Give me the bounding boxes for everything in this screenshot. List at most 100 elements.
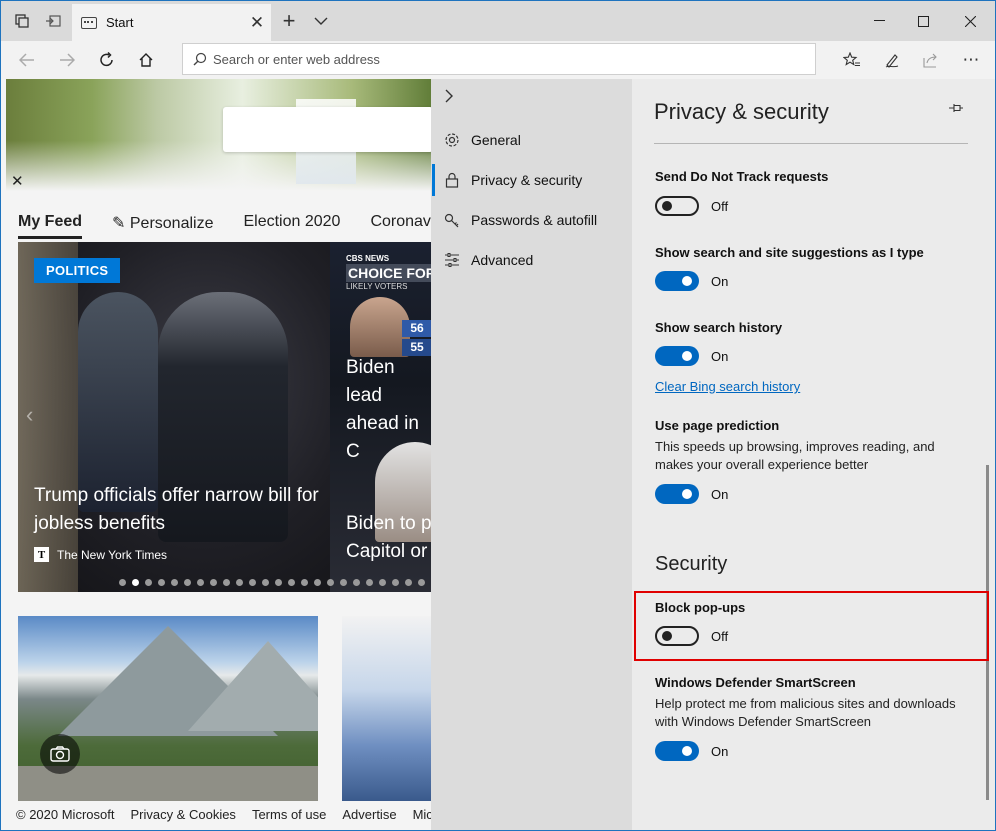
source-name: The New York Times [57, 547, 168, 562]
toggle-history[interactable] [655, 346, 699, 366]
carousel-dot[interactable] [145, 579, 152, 586]
tab-coronavirus[interactable]: Coronavi [370, 213, 434, 239]
carousel-dot[interactable] [405, 579, 412, 586]
forward-icon[interactable] [51, 45, 83, 75]
carousel-dot[interactable] [392, 579, 399, 586]
settings-nav-label: Passwords & autofill [471, 212, 598, 228]
bing-search-box[interactable] [223, 107, 433, 152]
close-window-icon[interactable] [947, 1, 993, 41]
footer-link-advertise[interactable]: Advertise [342, 807, 396, 822]
news-card-main[interactable]: ‹ POLITICS Trump officials offer narrow … [18, 242, 330, 592]
tab-start[interactable]: Start ✕ [72, 4, 271, 41]
settings-nav: General Privacy & security Passwords & a… [431, 79, 632, 830]
carousel-dot[interactable] [197, 579, 204, 586]
maximize-icon[interactable] [900, 1, 946, 41]
carousel-dot[interactable] [366, 579, 373, 586]
nyt-logo-icon: T [34, 547, 49, 562]
refresh-icon[interactable] [91, 45, 123, 75]
setting-label-suggestions: Show search and site suggestions as I ty… [655, 245, 924, 260]
toggle-knob [682, 351, 692, 361]
collapse-chevron-icon[interactable] [445, 89, 454, 108]
toggle-prediction[interactable] [655, 484, 699, 504]
tab-personalize[interactable]: ✎ Personalize [112, 213, 213, 239]
news-card-second[interactable]: CBS NEWS BATTLEGRO CHOICE FOR P LIKELY V… [330, 242, 440, 592]
pencil-icon: ✎ [112, 215, 130, 232]
setting-label-dnt: Send Do Not Track requests [655, 169, 829, 184]
navigation-bar: ⋯ [1, 41, 995, 79]
footer-links: © 2020 Microsoft Privacy & Cookies Terms… [16, 807, 449, 822]
gear-icon [443, 131, 461, 149]
carousel-dot[interactable] [119, 579, 126, 586]
news-tile-mountains[interactable] [18, 616, 318, 801]
footer-link-privacy[interactable]: Privacy & Cookies [130, 807, 235, 822]
settings-nav-general[interactable]: General [431, 120, 632, 160]
tab-bar: Start ✕ + [1, 1, 995, 41]
carousel-dot[interactable] [379, 579, 386, 586]
carousel-dot[interactable] [418, 579, 425, 586]
toggle-state-dnt: Off [711, 199, 729, 214]
new-tab-icon[interactable]: + [275, 7, 303, 35]
more-options-icon[interactable]: ⋯ [953, 45, 989, 75]
carousel-dot[interactable] [236, 579, 243, 586]
highlight-box-block-popups [634, 591, 989, 661]
favorites-icon[interactable] [834, 45, 870, 75]
carousel-previous-icon[interactable]: ‹ [26, 402, 33, 428]
tab-list-chevron-icon[interactable] [307, 7, 335, 35]
story-headline[interactable]: Trump officials offer narrow bill for jo… [34, 482, 324, 538]
carousel-dot[interactable] [210, 579, 217, 586]
story-headline[interactable]: Biden to p Capitol or [346, 510, 440, 566]
settings-nav-advanced[interactable]: Advanced [431, 240, 632, 280]
setting-label-smartscreen: Windows Defender SmartScreen [655, 675, 856, 690]
tab-manager-icon[interactable] [8, 7, 36, 35]
footer-link-terms[interactable]: Terms of use [252, 807, 326, 822]
section-heading-security: Security [655, 553, 728, 575]
carousel-dot[interactable] [314, 579, 321, 586]
carousel-dot[interactable] [288, 579, 295, 586]
toggle-state-smartscreen: On [711, 744, 729, 759]
pen-icon[interactable] [874, 45, 910, 75]
share-icon[interactable] [913, 45, 949, 75]
settings-nav-privacy[interactable]: Privacy & security [431, 160, 632, 200]
tab-title: Start [106, 15, 134, 30]
camera-icon [40, 734, 80, 774]
carousel-dot[interactable] [301, 579, 308, 586]
toggle-smartscreen[interactable] [655, 741, 699, 761]
key-icon [443, 211, 461, 229]
carousel-dot[interactable] [184, 579, 191, 586]
carousel-dot[interactable] [158, 579, 165, 586]
pin-icon[interactable] [948, 101, 964, 119]
set-aside-tabs-icon[interactable] [39, 7, 67, 35]
settings-nav-label: General [471, 132, 521, 148]
category-badge: POLITICS [34, 258, 121, 283]
setting-label-history: Show search history [655, 320, 783, 335]
carousel-dot[interactable] [262, 579, 269, 586]
back-icon[interactable] [11, 45, 43, 75]
carousel-dot[interactable] [353, 579, 360, 586]
carousel-dot[interactable] [340, 579, 347, 586]
hero-close-icon[interactable]: ✕ [11, 172, 24, 190]
tab-close-icon[interactable]: ✕ [243, 9, 271, 37]
carousel-dot[interactable] [171, 579, 178, 586]
toggle-knob [682, 746, 692, 756]
carousel-dot[interactable] [275, 579, 282, 586]
clear-bing-history-link[interactable]: Clear Bing search history [655, 379, 800, 394]
footer-link-microsoft[interactable]: Mic [413, 807, 433, 822]
minimize-icon[interactable] [856, 1, 902, 41]
poll-banner: CHOICE FOR P [346, 264, 440, 282]
carousel-dot[interactable] [223, 579, 230, 586]
news-tile-building[interactable] [342, 616, 442, 801]
tab-my-feed[interactable]: My Feed [18, 213, 83, 239]
carousel-dot[interactable] [327, 579, 334, 586]
carousel-dot[interactable] [132, 579, 139, 586]
address-input[interactable] [213, 51, 793, 67]
toggle-knob [682, 489, 692, 499]
tab-personalize-label: Personalize [129, 215, 214, 232]
settings-nav-passwords[interactable]: Passwords & autofill [431, 200, 632, 240]
carousel-dot[interactable] [249, 579, 256, 586]
home-icon[interactable] [130, 45, 162, 75]
address-bar[interactable] [182, 43, 816, 75]
tab-election-2020[interactable]: Election 2020 [243, 213, 340, 239]
poll-value: 56 [402, 320, 432, 337]
toggle-dnt[interactable] [655, 196, 699, 216]
toggle-suggestions[interactable] [655, 271, 699, 291]
